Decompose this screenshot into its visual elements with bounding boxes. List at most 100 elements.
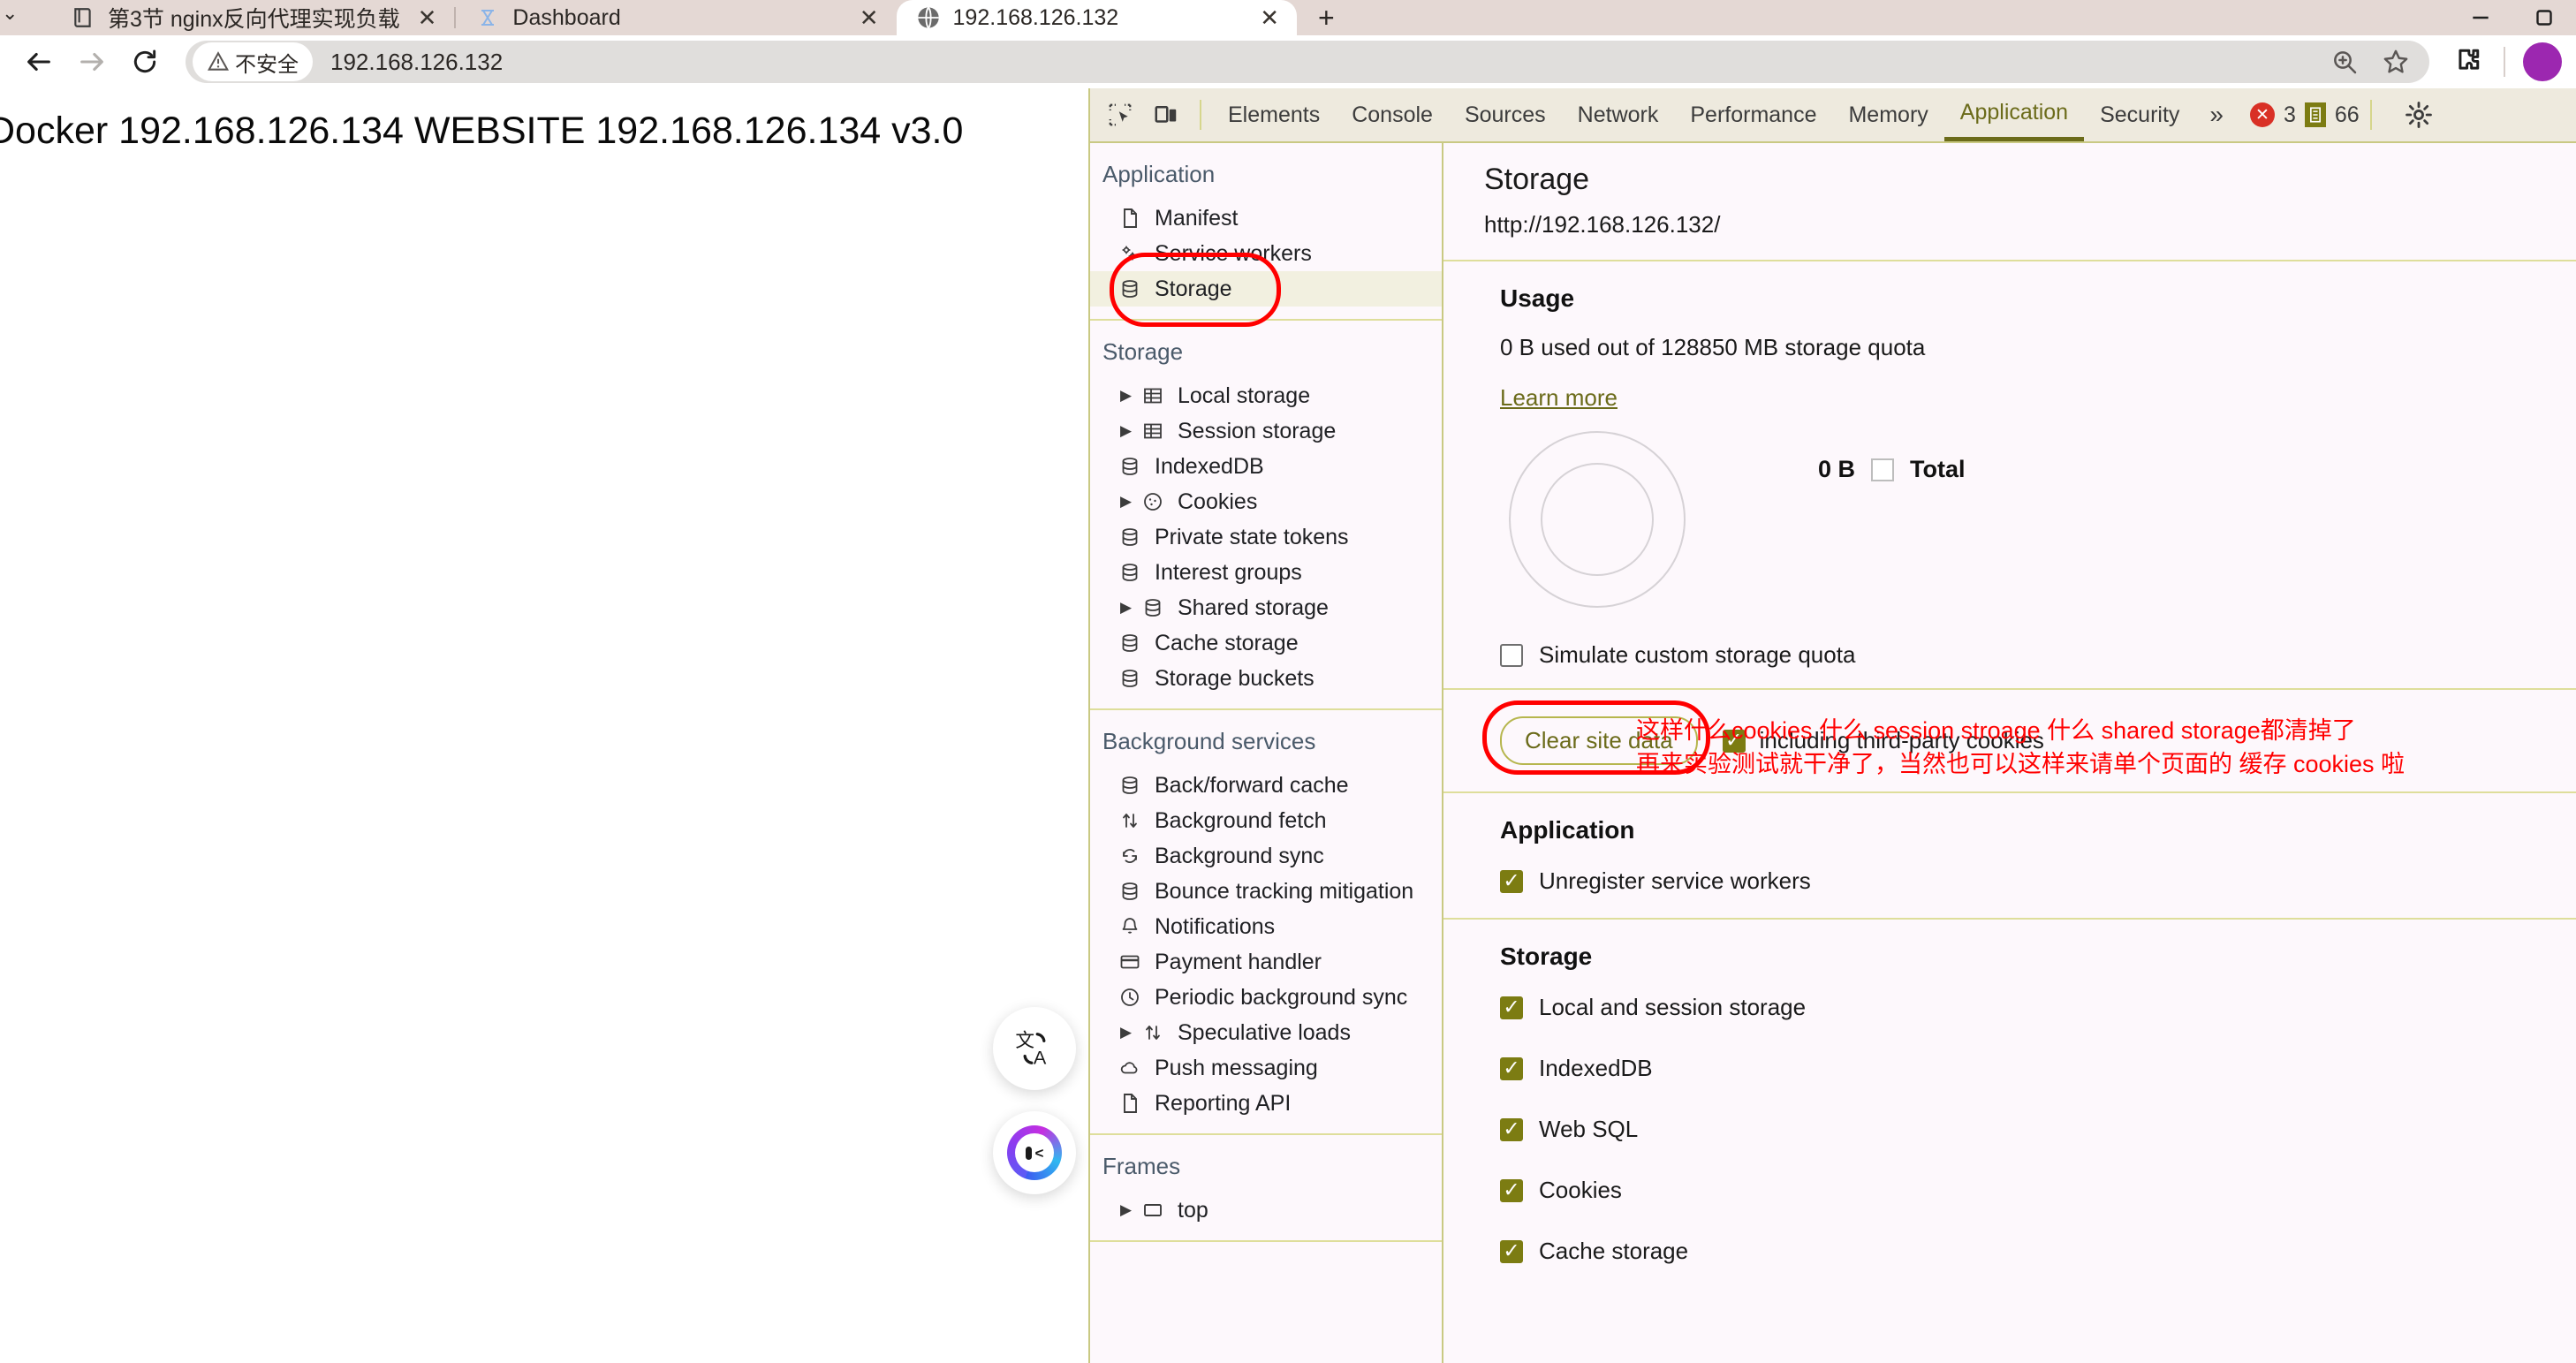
storage-block-heading: Storage [1500, 943, 1593, 970]
tab-console[interactable]: Console [1336, 88, 1449, 141]
database-icon [1117, 878, 1143, 905]
sidebar-item-storage[interactable]: Storage [1090, 271, 1442, 307]
browser-tab-1[interactable]: 第3节 nginx反向代理实现负载 ✕ [51, 0, 454, 35]
address-bar[interactable]: 不安全 192.168.126.132 [186, 41, 2429, 83]
sidebar-item-notifications[interactable]: Notifications [1090, 909, 1442, 944]
tab-network[interactable]: Network [1562, 88, 1675, 141]
tab-close-icon[interactable]: ✕ [413, 4, 443, 32]
inspect-icon[interactable] [1097, 92, 1143, 138]
tab-security[interactable]: Security [2084, 88, 2195, 141]
storage-content-panel: Storage http://192.168.126.132/ Usage 0 … [1443, 143, 2576, 1363]
indexeddb-checkbox[interactable] [1500, 1056, 1523, 1080]
sidebar-item-label: Bounce tracking mitigation [1155, 878, 1414, 904]
sidebar-item-periodic-background-sync[interactable]: Periodic background sync [1090, 980, 1442, 1015]
extensions-icon[interactable] [2442, 37, 2491, 87]
chevron-right-icon[interactable]: ▶ [1120, 1024, 1132, 1041]
sidebar-item-cache-storage[interactable]: Cache storage [1090, 625, 1442, 661]
local-session-storage-row[interactable]: Local and session storage [1500, 994, 2535, 1021]
panel-title: Storage [1484, 163, 1590, 196]
tab-close-icon[interactable]: ✕ [1254, 4, 1284, 32]
back-button[interactable] [14, 37, 64, 87]
sidebar-item-indexeddb[interactable]: IndexedDB [1090, 449, 1442, 484]
forward-button[interactable] [67, 37, 117, 87]
websql-row[interactable]: Web SQL [1500, 1116, 2535, 1143]
security-chip[interactable]: 不安全 [193, 42, 313, 81]
sidebar-item-private-state-tokens[interactable]: Private state tokens [1090, 519, 1442, 555]
browser-tab-2[interactable]: Dashboard ✕ [456, 0, 896, 35]
tab-memory[interactable]: Memory [1832, 88, 1943, 141]
new-tab-button[interactable]: + [1297, 0, 1356, 35]
arrows-updown-icon [1140, 1019, 1166, 1046]
cookies-checkbox[interactable] [1500, 1178, 1523, 1202]
more-tabs-button[interactable]: » [2195, 101, 2238, 129]
sidebar-item-top-frame[interactable]: ▶ top [1090, 1193, 1442, 1228]
sidebar-item-speculative-loads[interactable]: ▶ Speculative loads [1090, 1015, 1442, 1050]
zoom-in-icon[interactable] [2323, 41, 2366, 83]
sidebar-item-shared-storage[interactable]: ▶ Shared storage [1090, 590, 1442, 625]
cookies-row[interactable]: Cookies [1500, 1177, 2535, 1204]
sidebar-item-payment-handler[interactable]: Payment handler [1090, 944, 1442, 980]
sidebar-item-back-forward-cache[interactable]: Back/forward cache [1090, 768, 1442, 803]
tab-application[interactable]: Application [1943, 88, 2085, 141]
devtools-panel: Elements Console Sources Network Perform… [1088, 88, 2576, 1363]
sidebar-item-reporting-api[interactable]: Reporting API [1090, 1086, 1442, 1121]
simulate-quota-row[interactable]: Simulate custom storage quota [1500, 641, 2535, 669]
tab-elements[interactable]: Elements [1212, 88, 1336, 141]
tab-sources[interactable]: Sources [1449, 88, 1562, 141]
indexeddb-row[interactable]: IndexedDB [1500, 1055, 2535, 1082]
warning-icon[interactable] [2304, 102, 2326, 127]
web-page-content: Docker 192.168.126.134 WEBSITE 192.168.1… [0, 88, 1088, 1363]
reload-button[interactable] [120, 37, 170, 87]
translate-button[interactable]: 文 A [993, 1007, 1076, 1090]
tab-overflow-chevron-icon[interactable]: ⌄ [2, 2, 18, 25]
sidebar-item-bounce-tracking-mitigation[interactable]: Bounce tracking mitigation [1090, 874, 1442, 909]
web-sql-checkbox[interactable] [1500, 1117, 1523, 1141]
sidebar-item-service-workers[interactable]: Service workers [1090, 236, 1442, 271]
cache-storage-row[interactable]: Cache storage [1500, 1238, 2535, 1265]
origin-text: http://192.168.126.132/ [1484, 211, 1721, 238]
sidebar-item-label: Cookies [1178, 488, 1258, 514]
sidebar-group-title: Application [1102, 161, 1216, 187]
chevron-right-icon[interactable]: ▶ [1120, 422, 1132, 440]
unregister-sw-row[interactable]: Unregister service workers [1500, 867, 2535, 895]
sidebar-item-storage-buckets[interactable]: Storage buckets [1090, 661, 1442, 696]
sidebar-item-label: Notifications [1155, 913, 1276, 939]
gear-icon[interactable] [2397, 93, 2441, 137]
maximize-button[interactable] [2512, 0, 2576, 35]
chevron-right-icon[interactable]: ▶ [1120, 493, 1132, 511]
chevron-right-icon[interactable]: ▶ [1120, 387, 1132, 405]
sidebar-item-push-messaging[interactable]: Push messaging [1090, 1050, 1442, 1086]
minimize-button[interactable] [2449, 0, 2512, 35]
device-toolbar-icon[interactable] [1143, 92, 1189, 138]
sidebar-item-background-sync[interactable]: Background sync [1090, 838, 1442, 874]
tab-performance[interactable]: Performance [1674, 88, 1832, 141]
simulate-quota-checkbox[interactable] [1500, 643, 1523, 667]
sidebar-item-label: Session storage [1178, 418, 1337, 443]
local-and-session-storage-checkbox[interactable] [1500, 996, 1523, 1019]
sidebar-item-session-storage[interactable]: ▶ Session storage [1090, 413, 1442, 449]
sidebar-item-cookies[interactable]: ▶ Cookies [1090, 484, 1442, 519]
browser-tab-3[interactable]: 192.168.126.132 ✕ [896, 0, 1298, 35]
cache-storage-checkbox[interactable] [1500, 1239, 1523, 1263]
assistant-button[interactable]: < [993, 1111, 1076, 1194]
clear-site-data-button[interactable]: Clear site data [1500, 716, 1698, 765]
error-icon[interactable]: ✕ [2249, 102, 2275, 127]
globe-icon [916, 5, 941, 30]
chevron-right-icon[interactable]: ▶ [1120, 1201, 1132, 1219]
chevron-right-icon[interactable]: ▶ [1120, 599, 1132, 617]
local-and-session-storage-label: Local and session storage [1539, 994, 1807, 1020]
url-text[interactable]: 192.168.126.132 [330, 49, 503, 76]
learn-more-link[interactable]: Learn more [1500, 384, 1618, 411]
sidebar-item-local-storage[interactable]: ▶ Local storage [1090, 378, 1442, 413]
third-party-cookies-checkbox[interactable] [1722, 729, 1746, 753]
sidebar-item-manifest[interactable]: Manifest [1090, 201, 1442, 236]
assistant-ring-icon: < [1007, 1125, 1062, 1180]
star-icon[interactable] [2375, 41, 2417, 83]
database-icon [1117, 665, 1143, 692]
sidebar-item-background-fetch[interactable]: Background fetch [1090, 803, 1442, 838]
avatar[interactable] [2523, 42, 2562, 81]
sidebar-item-label: Manifest [1155, 205, 1239, 231]
tab-close-icon[interactable]: ✕ [854, 4, 884, 32]
sidebar-item-interest-groups[interactable]: Interest groups [1090, 555, 1442, 590]
unregister-service-workers-checkbox[interactable] [1500, 869, 1523, 893]
